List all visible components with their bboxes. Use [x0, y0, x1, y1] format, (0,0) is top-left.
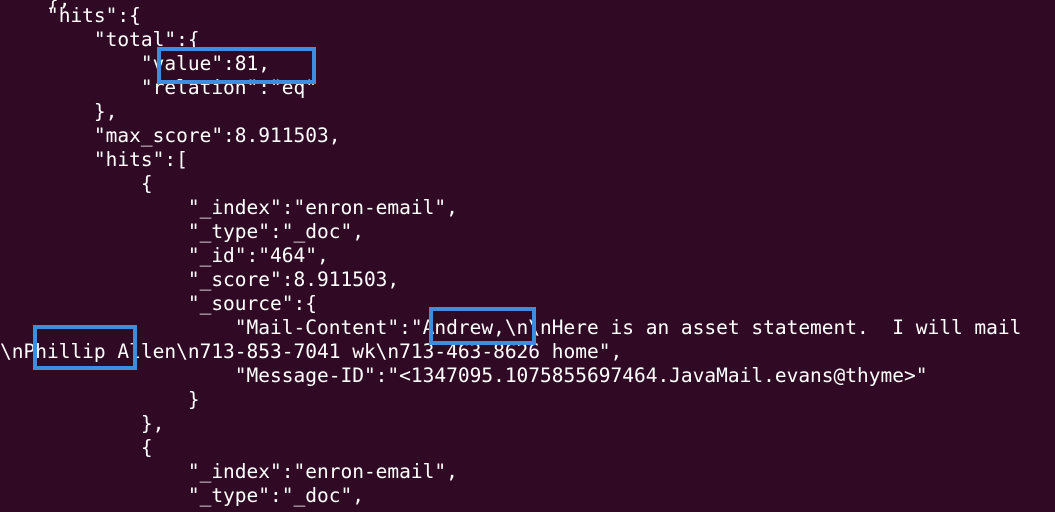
terminal-line: "_source":{	[0, 292, 317, 315]
terminal-line: \nPhillip Allen\n713-853-7041 wk\n713-46…	[0, 340, 623, 363]
terminal-line: {	[0, 172, 153, 195]
terminal-line: "_id":"464",	[0, 244, 329, 267]
terminal-line: "value":81,	[0, 52, 271, 75]
terminal-line: "_index":"enron-email",	[0, 460, 458, 483]
terminal-line: "max_score":8.911503,	[0, 124, 341, 147]
terminal-line: "Mail-Content":"Andrew,\n\nHere is an as…	[0, 316, 1022, 339]
terminal-window[interactable]: }, "hits":{ "total":{ "value":81, "relat…	[0, 0, 1055, 512]
terminal-line: },	[0, 412, 165, 435]
terminal-line: "hits":[	[0, 148, 188, 171]
terminal-line: "_type":"_doc",	[0, 484, 364, 507]
terminal-line: "relation":"eq"	[0, 76, 317, 99]
terminal-line: "Message-ID":"<1347095.1075855697464.Jav…	[0, 364, 928, 387]
terminal-line: "total":{	[0, 28, 200, 51]
terminal-line: {	[0, 436, 153, 459]
terminal-line: }	[0, 388, 200, 411]
terminal-line: "_score":8.911503,	[0, 268, 400, 291]
terminal-line: "hits":{	[0, 4, 141, 27]
terminal-line: "_type":"_doc",	[0, 220, 364, 243]
terminal-line: "_index":"enron-email",	[0, 196, 458, 219]
terminal-line: },	[0, 100, 118, 123]
